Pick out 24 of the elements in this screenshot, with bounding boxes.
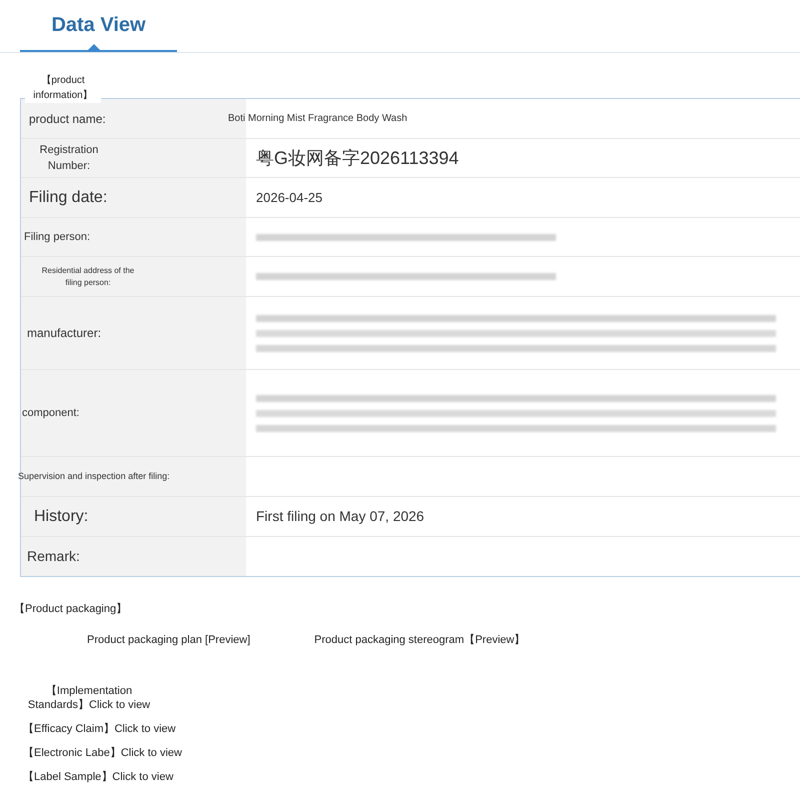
field-value: Boti Morning Mist Fragrance Body Wash [228,112,408,126]
document-link[interactable]: 【Implementation Standards】Click to view [14,684,164,712]
field-label: manufacturer: [27,325,102,342]
section-heading: 【Product packaging】 [14,602,128,617]
field-label: component: [22,406,80,421]
field-value: 粤G妆网备字2026113394 [255,146,459,170]
field-label: Registration Number: [38,142,100,174]
preview-link[interactable]: Product packaging plan [Preview] [87,632,250,648]
field-label: History: [34,506,88,526]
document-link[interactable]: 【Label Sample】Click to view [23,770,174,784]
section-legend: 【product information】 [25,73,101,103]
field-label: Supervision and inspection after filing: [18,470,170,483]
field-value: First filing on May 07, 2026 [255,507,424,526]
field-label: Filing date: [29,188,108,208]
pointer-icon [88,44,100,50]
document-link[interactable]: 【Efficacy Claim】Click to view [23,722,176,736]
field-label: Filing person: [24,230,90,245]
field-label: product name: [29,110,106,128]
field-value: 2026-04-25 [255,188,322,207]
field-label: Remark: [27,547,80,566]
preview-link[interactable]: Product packaging stereogram【Preview】 [314,632,526,648]
field-label: Residential address of the filing person: [40,264,136,288]
tab[interactable]: Data View [20,0,177,52]
document-link[interactable]: 【Electronic Labe】Click to view [23,746,182,760]
